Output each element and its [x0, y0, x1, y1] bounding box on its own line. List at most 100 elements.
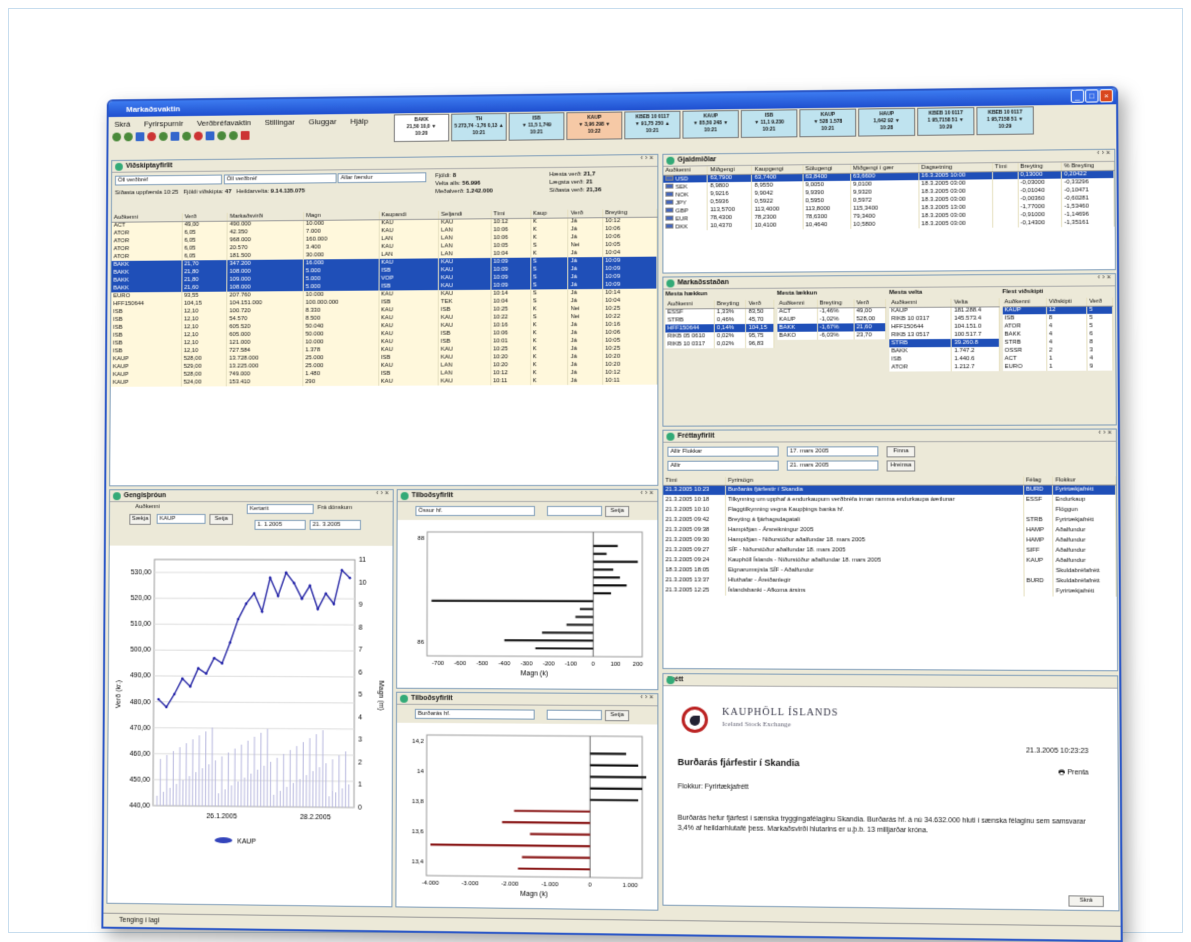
panel-controls-icon[interactable]: ‹ › × — [641, 155, 654, 162]
menu-item[interactable]: Verðbréfavaktin — [197, 118, 251, 128]
set-button[interactable]: Setja — [209, 514, 233, 525]
table-row[interactable]: 21.3.2005 10:18Tilkynning um upphaf á en… — [663, 495, 1115, 505]
close-icon[interactable]: × — [1100, 89, 1113, 102]
settings-icon[interactable] — [182, 132, 191, 141]
table-row[interactable]: 21.3.2005 10:23Burðarás fjárfestir í Ska… — [663, 484, 1115, 494]
forward-icon[interactable] — [124, 132, 133, 141]
ticker-box[interactable]: HAUP1,642 92 ▼10:28 — [858, 108, 915, 137]
column-header[interactable]: Verð — [854, 299, 886, 307]
offers-set-button[interactable]: Setja — [605, 710, 629, 721]
column-header[interactable]: Verð — [1087, 298, 1113, 306]
table-cell: Já — [568, 337, 603, 345]
table-row[interactable]: ATOR1.212.7 — [889, 363, 999, 372]
table-row[interactable]: 21.3.2005 12:25Íslandsbanki - Afkoma árs… — [663, 585, 1116, 596]
ticker-box[interactable]: KAUP▼ 528 1.57810:21 — [799, 109, 856, 138]
column-header[interactable]: Auðkenni — [1002, 298, 1046, 306]
column-header[interactable]: Tími — [992, 163, 1017, 171]
table-row[interactable]: BAKO-6,03%23,70 — [777, 331, 886, 340]
find-button[interactable]: Finna — [887, 446, 916, 457]
ticker-box[interactable]: KAUP▼ 3,96 298 ▼10:22 — [566, 112, 622, 140]
panel-controls-icon[interactable]: ‹ › × — [1097, 150, 1110, 157]
table-cell: BAKO — [777, 332, 817, 340]
offers-symbol-select[interactable]: Burðarás hf. — [415, 709, 535, 720]
ticker-box[interactable]: KBEB 10 01171 95,7158 51 ▼10:29 — [917, 107, 974, 136]
print-icon[interactable] — [194, 132, 203, 141]
table-row[interactable]: KAUP524,00153.410290KAUKAU10:11KJá10:11 — [111, 377, 657, 387]
column-header[interactable]: Breyting — [714, 300, 746, 308]
column-header[interactable]: Velta — [951, 298, 998, 306]
date-from-input[interactable]: 1. 1.2005 — [254, 520, 305, 530]
ticker-box[interactable]: ISB▼ 11,5 1,74910:21 — [509, 112, 565, 140]
table-icon[interactable] — [206, 131, 215, 140]
menu-item[interactable]: Stillingar — [265, 117, 295, 126]
y2-tick-label: 5 — [358, 692, 362, 699]
table-cell: 10:25 — [603, 345, 657, 353]
news-category-select[interactable]: Allir Flokkar — [667, 447, 778, 457]
print-link[interactable]: 🖶 Prenta — [1058, 768, 1088, 780]
panel-controls-icon[interactable]: ‹ › × — [641, 490, 654, 497]
ticker-box[interactable]: KAUP▼ 85,50 248 ▼10:21 — [682, 110, 738, 139]
ticker-box[interactable]: TH5 273,74 -1,76 0,13 ▲10:21 — [451, 113, 507, 141]
price-point — [253, 592, 256, 595]
date-to[interactable]: 21. mars 2005 — [787, 460, 879, 470]
security-filter-1[interactable]: Öll verðbréf — [115, 175, 222, 186]
column-header[interactable]: Viðskipti — [1046, 298, 1087, 306]
date-to-input[interactable]: 21. 3.2005 — [310, 520, 361, 530]
help-icon[interactable] — [229, 131, 238, 140]
table-cell: 5 — [1087, 306, 1113, 314]
column-header[interactable]: Breyting — [817, 299, 854, 307]
ticker-box[interactable]: KBEB 10 0117▼ 91,75 250 ▲10:21 — [624, 111, 680, 140]
table-row[interactable]: RIKB 10 03170,02%96,83 — [665, 340, 773, 349]
column-header[interactable]: Auðkenni — [777, 300, 817, 308]
close-news-button[interactable]: Skrá — [1068, 895, 1103, 907]
type-filter[interactable]: Allar færslur — [338, 172, 427, 183]
panel-controls-icon[interactable]: ‹ › × — [376, 490, 389, 497]
chart-type-select[interactable]: Kertarit — [247, 504, 314, 514]
panel-controls-icon[interactable]: ‹ › × — [1098, 274, 1111, 281]
fetch-button[interactable]: Sækja — [129, 514, 151, 525]
bids-symbol-select[interactable]: Össur hf. — [415, 506, 535, 516]
panel-controls-icon[interactable]: ‹ › × — [641, 694, 654, 701]
column-header[interactable]: Verð — [746, 300, 773, 308]
symbol-label: Auðkenni — [135, 504, 159, 510]
menu-item[interactable]: Hjálp — [350, 116, 368, 125]
list-icon[interactable] — [217, 131, 226, 140]
bids-input[interactable] — [547, 506, 602, 516]
offers-input[interactable] — [547, 710, 602, 720]
table-cell: 10,5800 — [851, 220, 919, 229]
menu-item[interactable]: Gluggar — [308, 117, 336, 126]
panel-controls-icon[interactable]: ‹ › × — [1099, 430, 1112, 437]
column-header[interactable]: Tími — [663, 477, 725, 485]
ticker-box[interactable]: KBEB 10 01171 95,7158 51 ▼10:29 — [976, 106, 1034, 135]
news-icon[interactable] — [159, 132, 168, 141]
table-row[interactable]: 21.3.2005 10:10Flaggtilkynning vegna Kau… — [663, 505, 1115, 515]
currency-icon[interactable] — [171, 132, 180, 141]
ticker-box[interactable]: BAKK21,50 10,0 ▼10:20 — [394, 114, 449, 142]
maximize-icon[interactable]: □ — [1085, 89, 1098, 102]
refresh-icon[interactable] — [136, 132, 145, 141]
chart-icon[interactable] — [147, 132, 156, 141]
date-from[interactable]: 17. mars 2005 — [787, 446, 879, 456]
back-icon[interactable] — [112, 133, 121, 142]
clear-button[interactable]: Hreinsa — [887, 460, 916, 471]
table-row[interactable]: 21.3.2005 09:38Hampiðjan - Ársreikningur… — [663, 525, 1115, 535]
table-row[interactable]: EURO19 — [1003, 362, 1113, 371]
table-row[interactable]: 21.3.2005 09:27SÍF - Niðurstöður aðalfun… — [663, 545, 1116, 556]
table-row[interactable]: 21.3.2005 09:42Breyting á fjárhagsdagata… — [663, 515, 1115, 525]
column-header[interactable]: Fyrirsögn — [725, 476, 1023, 484]
table-cell: 95,75 — [746, 332, 773, 340]
table-cell: 10:20 — [603, 361, 657, 369]
ticker-box[interactable]: ISB▼ 11,1 9.23010:21 — [741, 109, 798, 138]
symbol-input[interactable]: KAUP — [157, 514, 206, 524]
legend-icon — [215, 837, 233, 843]
table-row[interactable]: 21.3.2005 09:30Hampiðjan - Niðurstöður a… — [663, 535, 1116, 546]
column-header[interactable]: Félag — [1023, 476, 1053, 484]
news-company-select[interactable]: Allir — [667, 461, 778, 471]
minimize-icon[interactable]: _ — [1071, 90, 1084, 103]
security-filter-2[interactable]: Öll verðbréf — [224, 173, 337, 184]
menu-item[interactable]: Skrá — [114, 119, 130, 128]
bids-set-button[interactable]: Setja — [605, 506, 629, 517]
download-icon[interactable] — [241, 131, 250, 140]
menu-item[interactable]: Fyrirspurnir — [144, 119, 183, 128]
column-header[interactable]: Flokkur — [1053, 476, 1116, 484]
